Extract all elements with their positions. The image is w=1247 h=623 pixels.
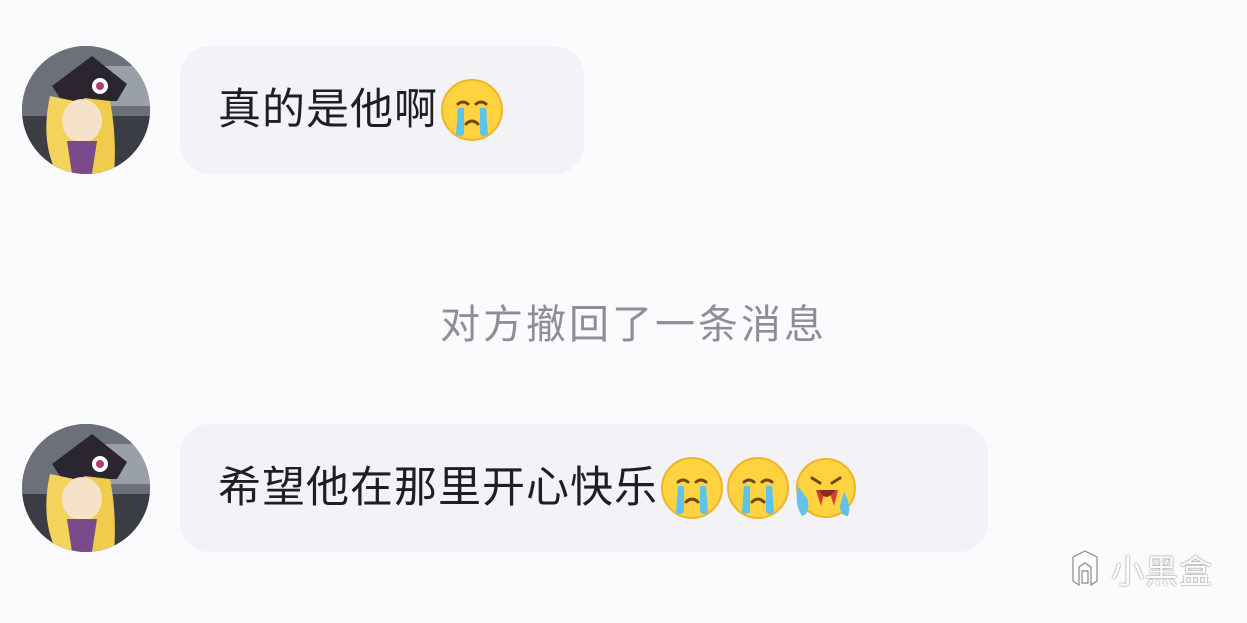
- message-row: 真的是他啊: [22, 46, 584, 174]
- message-row: 希望他在那里开心快乐: [22, 424, 988, 552]
- watermark: 小黑盒: [1065, 545, 1213, 593]
- contact-avatar[interactable]: [22, 46, 150, 174]
- contact-avatar[interactable]: [22, 424, 150, 552]
- message-bubble[interactable]: 真的是他啊: [180, 46, 584, 174]
- xiaoheihe-logo-icon: [1065, 549, 1105, 589]
- message-text: 希望他在那里开心快乐: [218, 462, 658, 513]
- watermark-text: 小黑盒: [1111, 552, 1213, 591]
- message-bubble[interactable]: 希望他在那里开心快乐: [180, 424, 988, 552]
- crying-face-icon: [660, 456, 724, 520]
- loudly-crying-face-icon: [792, 456, 856, 520]
- crying-face-icon: [440, 78, 504, 142]
- message-text: 真的是他啊: [218, 84, 438, 135]
- system-notice: 对方撤回了一条消息: [440, 302, 827, 348]
- crying-face-icon: [726, 456, 790, 520]
